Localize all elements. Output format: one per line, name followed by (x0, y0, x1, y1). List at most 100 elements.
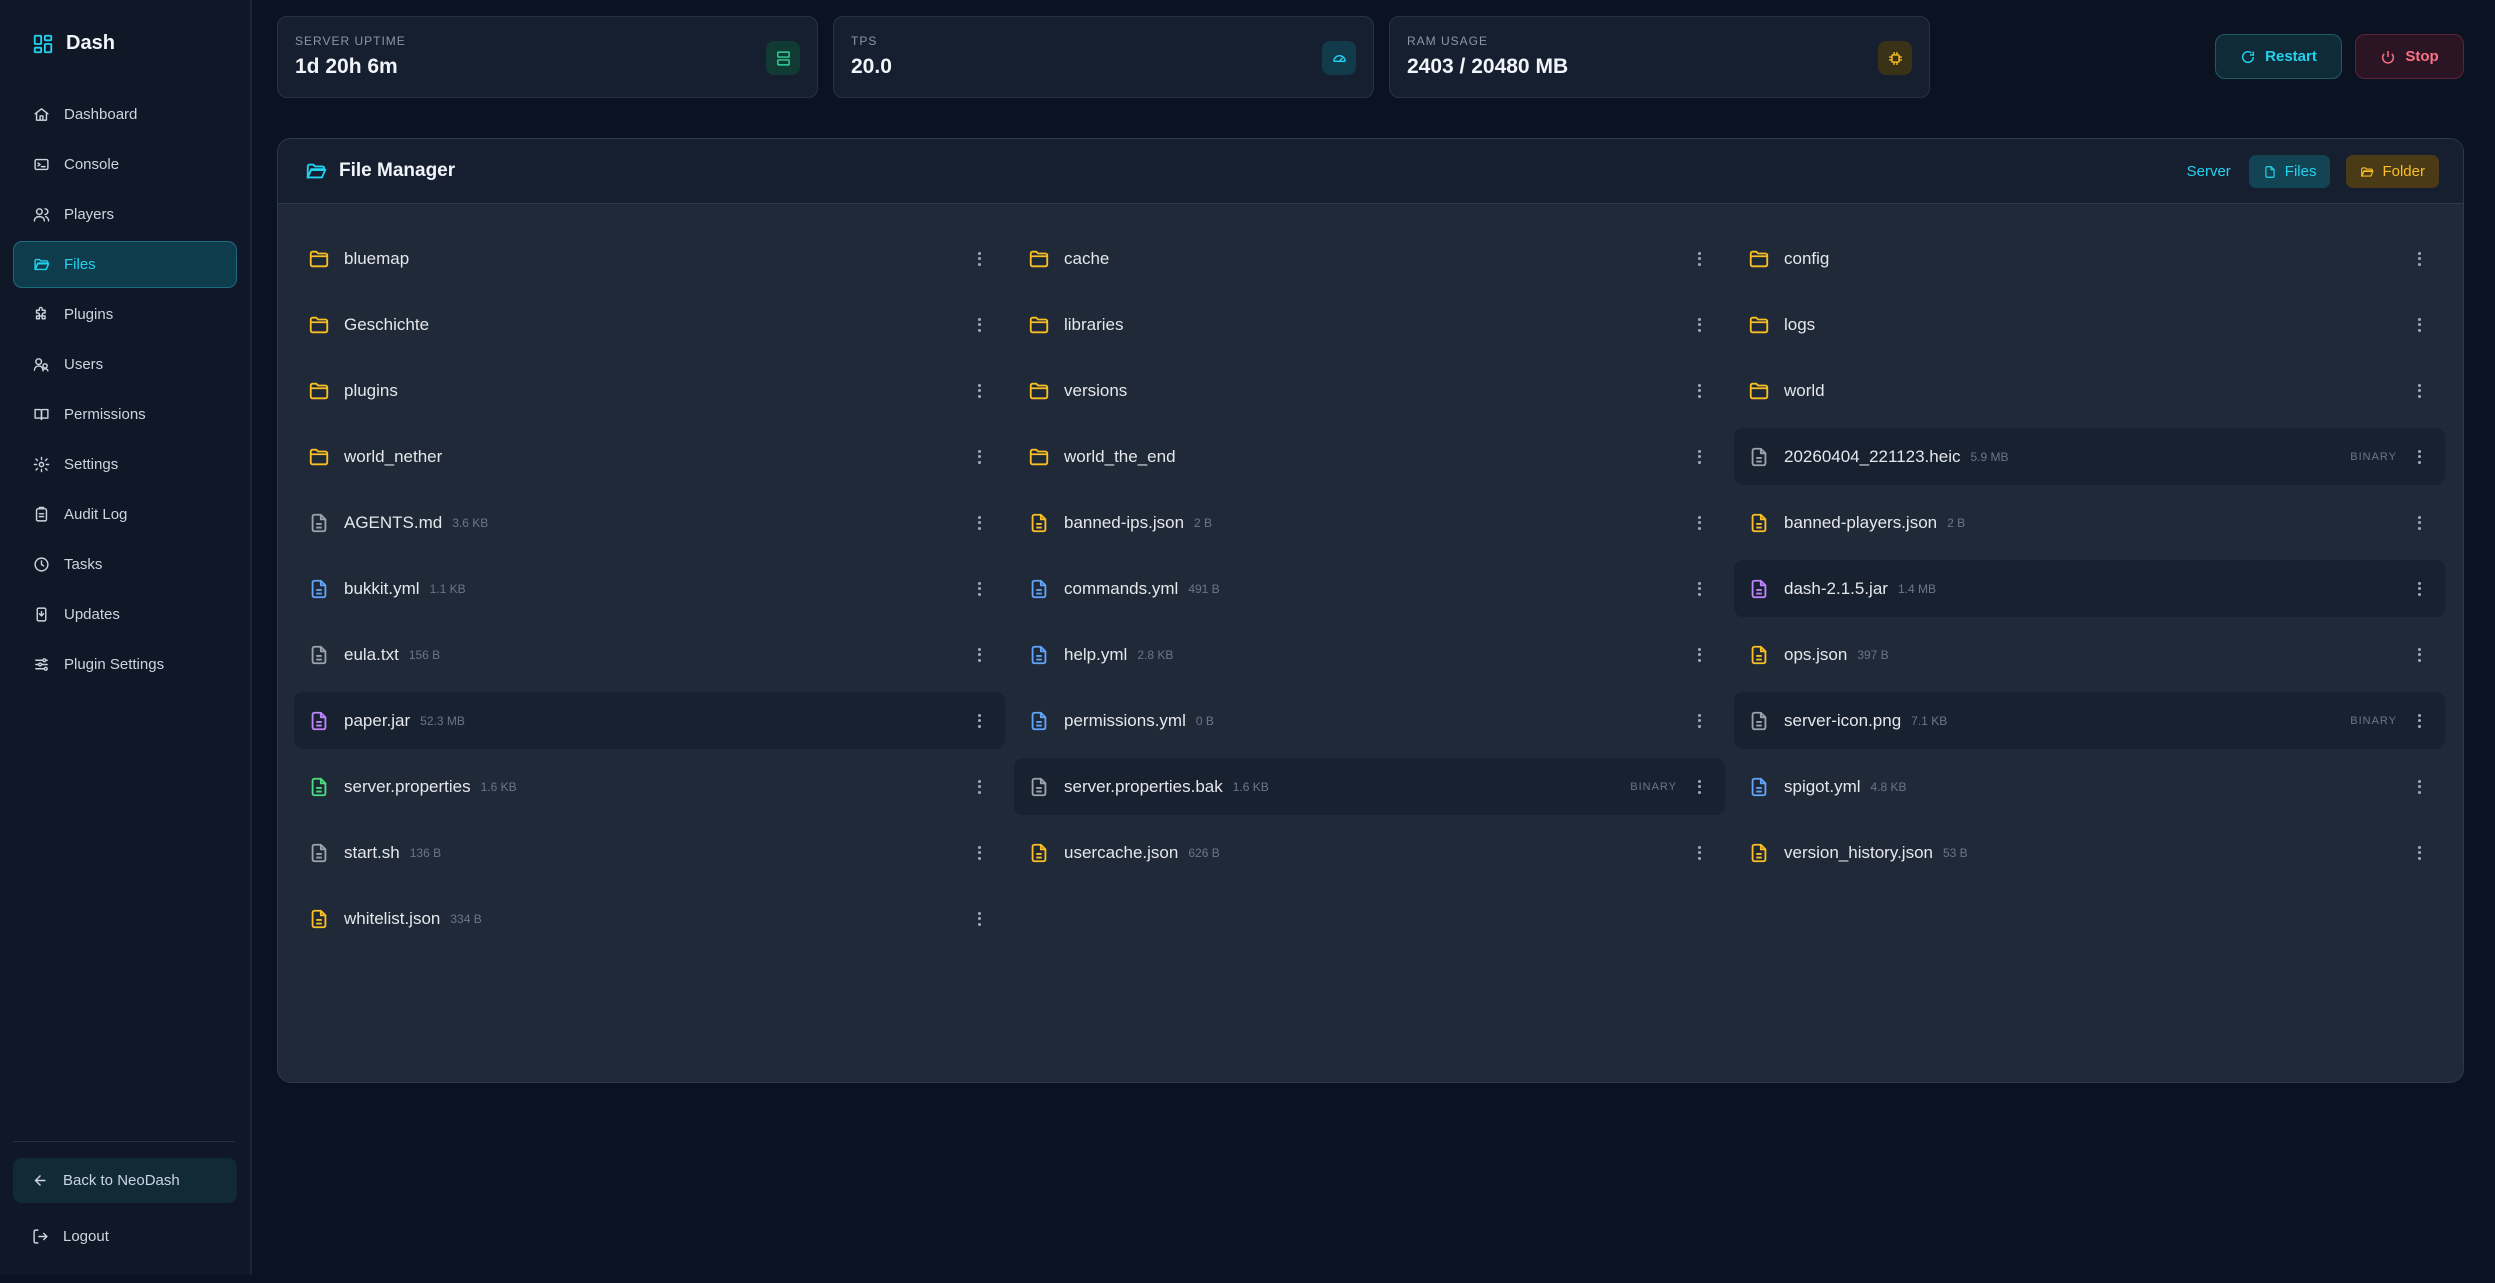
more-options-icon[interactable] (2418, 581, 2422, 596)
folder-icon (1029, 448, 1049, 465)
file-item[interactable]: eula.txt 156 B (294, 626, 1005, 683)
sidebar-item-settings[interactable]: Settings (13, 441, 237, 488)
more-options-icon[interactable] (1698, 515, 1702, 530)
file-item[interactable]: paper.jar 52.3 MB (294, 692, 1005, 749)
more-options-icon[interactable] (2418, 779, 2422, 794)
file-item[interactable]: banned-players.json 2 B (1734, 494, 2445, 551)
more-options-icon[interactable] (2418, 317, 2422, 332)
more-options-icon[interactable] (1698, 779, 1702, 794)
sidebar-item-players[interactable]: Players (13, 191, 237, 238)
sidebar-item-files[interactable]: Files (13, 241, 237, 288)
more-options-icon[interactable] (2418, 251, 2422, 266)
more-options-icon[interactable] (1698, 581, 1702, 596)
book-icon (34, 408, 49, 421)
more-options-icon[interactable] (978, 713, 982, 728)
more-options-icon[interactable] (1698, 383, 1702, 398)
file-name: paper.jar (344, 710, 411, 730)
restart-button[interactable]: Restart (2215, 34, 2342, 79)
folder-item[interactable]: config (1734, 230, 2445, 287)
more-options-icon[interactable] (978, 515, 982, 530)
file-name: banned-ips.json (1064, 512, 1185, 532)
more-options-icon[interactable] (978, 449, 982, 464)
sidebar-item-label: Tasks (64, 556, 103, 573)
folder-item[interactable]: world_the_end (1014, 428, 1725, 485)
more-options-icon[interactable] (2418, 449, 2422, 464)
more-options-icon[interactable] (978, 251, 982, 266)
folder-item[interactable]: world_nether (294, 428, 1005, 485)
folder-item[interactable]: plugins (294, 362, 1005, 419)
file-item[interactable]: commands.yml 491 B (1014, 560, 1725, 617)
more-options-icon[interactable] (978, 647, 982, 662)
more-options-icon[interactable] (978, 383, 982, 398)
folder-item[interactable]: logs (1734, 296, 2445, 353)
file-item[interactable]: bukkit.yml 1.1 KB (294, 560, 1005, 617)
sidebar-item-audit-log[interactable]: Audit Log (13, 491, 237, 538)
file-item[interactable]: usercache.json 626 B (1014, 824, 1725, 881)
more-options-icon[interactable] (2418, 647, 2422, 662)
more-options-icon[interactable] (2418, 845, 2422, 860)
stop-label: Stop (2405, 48, 2439, 65)
sidebar-item-console[interactable]: Console (13, 141, 237, 188)
brand[interactable]: Dash (32, 32, 115, 55)
file-size: 3.6 KB (452, 515, 489, 530)
more-options-icon[interactable] (1698, 647, 1702, 662)
file-item[interactable]: dash-2.1.5.jar 1.4 MB (1734, 560, 2445, 617)
power-icon (2382, 50, 2395, 64)
folder-item[interactable]: versions (1014, 362, 1725, 419)
more-options-icon[interactable] (978, 317, 982, 332)
more-options-icon[interactable] (1698, 317, 1702, 332)
file-item[interactable]: ops.json 397 B (1734, 626, 2445, 683)
file-item[interactable]: server-icon.png 7.1 KB BINARY (1734, 692, 2445, 749)
file-item[interactable]: permissions.yml 0 B (1014, 692, 1725, 749)
file-item[interactable]: version_history.json 53 B (1734, 824, 2445, 881)
more-options-icon[interactable] (978, 779, 982, 794)
file-item[interactable]: AGENTS.md 3.6 KB (294, 494, 1005, 551)
sidebar-item-updates[interactable]: Updates (13, 591, 237, 638)
stat-card-uptime: SERVER UPTIME 1d 20h 6m (277, 16, 818, 98)
file-name: logs (1784, 314, 1816, 334)
more-options-icon[interactable] (1698, 251, 1702, 266)
new-folder-button[interactable]: Folder (2346, 155, 2439, 188)
file-item[interactable]: server.properties 1.6 KB (294, 758, 1005, 815)
more-options-icon[interactable] (2418, 515, 2422, 530)
file-item[interactable]: whitelist.json 334 B (294, 890, 1005, 947)
more-options-icon[interactable] (2418, 713, 2422, 728)
file-size: 0 B (1195, 713, 1214, 728)
folder-item[interactable]: world (1734, 362, 2445, 419)
more-options-icon[interactable] (978, 581, 982, 596)
folder-item[interactable]: libraries (1014, 296, 1725, 353)
folder-item[interactable]: bluemap (294, 230, 1005, 287)
folder-item[interactable]: cache (1014, 230, 1725, 287)
more-options-icon[interactable] (2418, 383, 2422, 398)
file-name: server.properties.bak (1064, 776, 1223, 796)
stop-button[interactable]: Stop (2355, 34, 2464, 79)
more-options-icon[interactable] (1698, 845, 1702, 860)
file-item[interactable]: server.properties.bak 1.6 KB BINARY (1014, 758, 1725, 815)
stat-label: SERVER UPTIME (295, 34, 406, 48)
more-options-icon[interactable] (978, 845, 982, 860)
breadcrumb-server-link[interactable]: Server (2187, 163, 2231, 180)
file-size: 2 B (1194, 515, 1213, 530)
file-icon (1751, 513, 1767, 532)
file-item[interactable]: spigot.yml 4.8 KB (1734, 758, 2445, 815)
more-options-icon[interactable] (978, 911, 982, 926)
file-icon (1751, 711, 1767, 730)
more-options-icon[interactable] (1698, 713, 1702, 728)
file-name: server.properties (344, 776, 471, 796)
folder-item[interactable]: Geschichte (294, 296, 1005, 353)
file-icon (311, 909, 327, 928)
back-to-neodash-button[interactable]: Back to NeoDash (13, 1158, 237, 1203)
file-item[interactable]: 20260404_221123.heic 5.9 MB BINARY (1734, 428, 2445, 485)
sidebar-item-plugins[interactable]: Plugins (13, 291, 237, 338)
logout-button[interactable]: Logout (13, 1214, 237, 1259)
more-options-icon[interactable] (1698, 449, 1702, 464)
sidebar-item-plugin-settings[interactable]: Plugin Settings (13, 641, 237, 688)
sidebar-item-tasks[interactable]: Tasks (13, 541, 237, 588)
file-item[interactable]: banned-ips.json 2 B (1014, 494, 1725, 551)
file-item[interactable]: help.yml 2.8 KB (1014, 626, 1725, 683)
sidebar-item-permissions[interactable]: Permissions (13, 391, 237, 438)
sidebar-item-dashboard[interactable]: Dashboard (13, 91, 237, 138)
new-file-button[interactable]: Files (2248, 155, 2331, 188)
sidebar-item-users[interactable]: Users (13, 341, 237, 388)
file-item[interactable]: start.sh 136 B (294, 824, 1005, 881)
